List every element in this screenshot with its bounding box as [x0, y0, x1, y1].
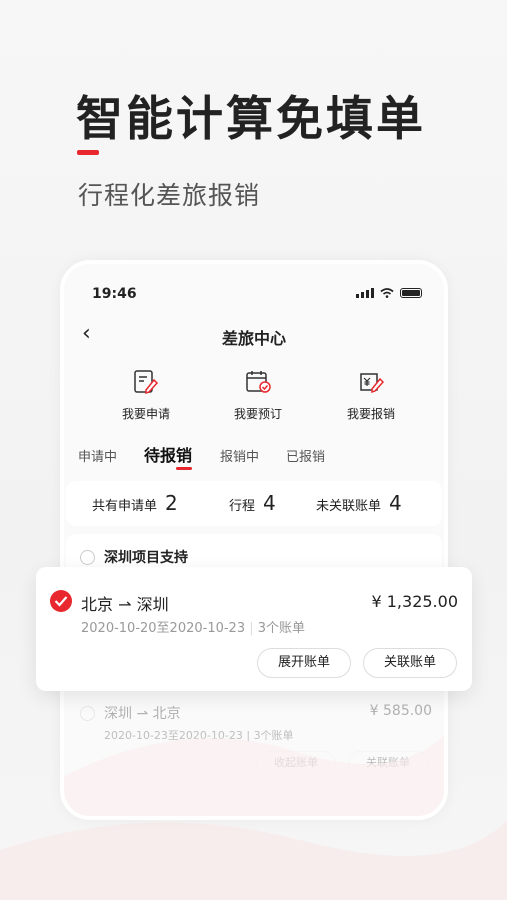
hero-title: 智能计算免填单 — [76, 92, 426, 147]
book-button[interactable]: 我要预订 — [203, 369, 313, 422]
link-bills-button[interactable]: 关联账单 — [363, 648, 457, 678]
wifi-icon — [380, 288, 394, 298]
reimburse-icon — [360, 373, 385, 394]
hero-subtitle: 行程化差旅报销 — [78, 181, 261, 210]
nav-bar: ‹ 差旅中心 — [64, 319, 444, 349]
applications-count: 2 — [165, 491, 178, 515]
expand-bills-button[interactable]: 展开账单 — [257, 648, 351, 678]
tab-pending-reimburse[interactable]: 待报销 — [144, 442, 192, 466]
summary-trips[interactable]: 行程 4 — [229, 491, 276, 515]
phone-mockup: 19:46 ‹ 差旅中心 我要申请 我要预订 我要报销 申请中 待报销 报销中 … — [60, 260, 448, 820]
apply-button[interactable]: 我要申请 — [91, 369, 201, 422]
reimburse-button[interactable]: 我要报销 — [316, 369, 426, 422]
project-name: 深圳项目支持 — [104, 550, 188, 566]
route-arrow-icon: ⇀ — [118, 595, 132, 614]
status-tabs: 申请中 待报销 报销中 已报销 — [78, 442, 430, 472]
calendar-booking-icon — [246, 371, 271, 393]
trip-card-selected[interactable]: 北京 ⇀ 深圳 ¥ 1,325.00 2020-10-20至2020-10-23… — [36, 567, 472, 691]
status-bar: 19:46 — [88, 284, 422, 304]
quick-actions: 我要申请 我要预订 我要报销 — [64, 369, 444, 429]
trip-route: 北京 ⇀ 深圳 — [81, 595, 169, 614]
unlinked-count: 4 — [389, 491, 402, 515]
book-label: 我要预订 — [233, 407, 282, 421]
apply-form-icon — [134, 370, 159, 395]
tab-reimbursed[interactable]: 已报销 — [286, 446, 325, 465]
active-tab-indicator — [176, 467, 192, 470]
nav-title: 差旅中心 — [221, 329, 286, 348]
summary-unlinked-bills[interactable]: 未关联账单 4 — [316, 491, 402, 515]
background-wave — [0, 820, 507, 900]
tab-reimbursing[interactable]: 报销中 — [220, 446, 259, 465]
trip-dates: 2020-10-20至2020-10-23 | 3个账单 — [81, 621, 306, 636]
status-time: 19:46 — [92, 286, 137, 302]
signal-icon — [356, 288, 374, 298]
hero-accent-bar — [77, 150, 99, 155]
summary-bar: 共有申请单 2 行程 4 未关联账单 4 — [66, 481, 442, 526]
project-radio[interactable] — [80, 550, 95, 565]
trip-price: ¥ 1,325.00 — [371, 592, 458, 611]
tab-applying[interactable]: 申请中 — [78, 446, 117, 465]
summary-applications[interactable]: 共有申请单 2 — [92, 491, 178, 515]
battery-icon — [400, 288, 422, 298]
reimburse-label: 我要报销 — [346, 407, 395, 421]
apply-label: 我要申请 — [121, 407, 170, 421]
trips-count: 4 — [263, 491, 276, 515]
checked-icon[interactable] — [50, 590, 72, 612]
